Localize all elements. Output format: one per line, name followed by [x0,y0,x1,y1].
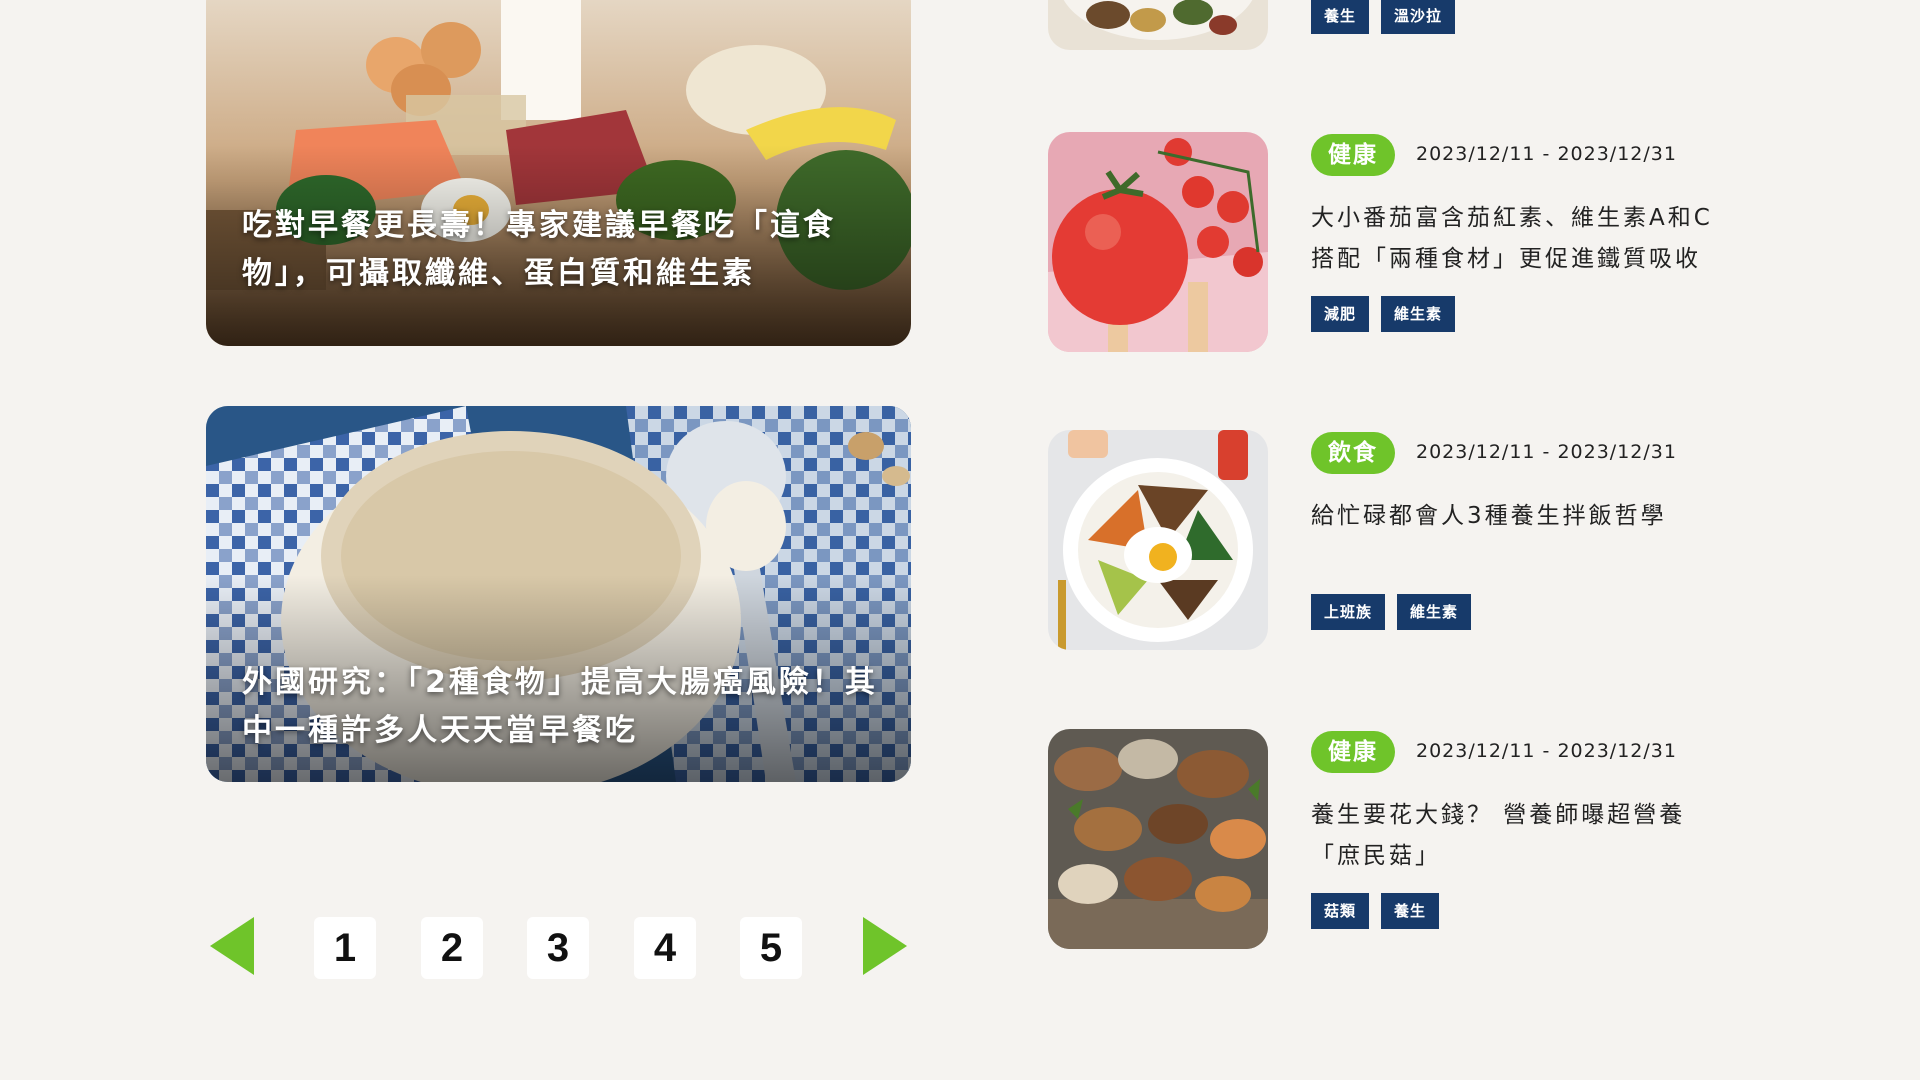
article-headline[interactable]: 給忙碌都會人3種養生拌飯哲學 [1311,496,1731,537]
tag-badge[interactable]: 養生 [1381,893,1440,929]
article-thumbnail [1048,0,1268,50]
featured-article-card[interactable]: 外國研究：「2種食物」提高大腸癌風險！其中一種許多人天天當早餐吃 [206,406,911,782]
article-tags: 減肥 維生素 [1311,296,1456,332]
prev-arrow-icon[interactable] [210,917,254,975]
article-tags: 養生 溫沙拉 [1311,0,1456,34]
tag-badge[interactable]: 養生 [1311,0,1370,34]
article-date: 2023/12/11 - 2023/12/31 [1416,441,1677,463]
category-badge[interactable]: 健康 [1311,731,1395,773]
page-button-2[interactable]: 2 [421,917,483,979]
page-button-3[interactable]: 3 [527,917,589,979]
tag-badge[interactable]: 減肥 [1311,296,1370,332]
article-date: 2023/12/11 - 2023/12/31 [1416,143,1677,165]
featured-article-title[interactable]: 外國研究：「2種食物」提高大腸癌風險！其中一種許多人天天當早餐吃 [242,659,881,755]
article-date: 2023/12/11 - 2023/12/31 [1416,740,1677,762]
next-arrow-icon[interactable] [863,917,907,975]
article-card[interactable]: 健康 2023/12/11 - 2023/12/31 大小番茄富含茄紅素、維生素… [1048,132,1748,352]
article-thumbnail [1048,132,1268,352]
tag-badge[interactable]: 溫沙拉 [1381,0,1456,34]
article-headline[interactable]: 大小番茄富含茄紅素、維生素A和C搭配「兩種食材」更促進鐵質吸收 [1311,198,1731,280]
featured-article-card[interactable]: 吃對早餐更長壽！專家建議早餐吃「這食物」，可攝取纖維、蛋白質和維生素 [206,0,911,346]
tag-badge[interactable]: 菇類 [1311,893,1370,929]
featured-article-title[interactable]: 吃對早餐更長壽！專家建議早餐吃「這食物」，可攝取纖維、蛋白質和維生素 [242,202,881,298]
page-button-5[interactable]: 5 [740,917,802,979]
article-card-partial[interactable] [1048,0,1268,50]
page-button-1[interactable]: 1 [314,917,376,979]
article-tags: 菇類 養生 [1311,893,1440,929]
category-badge[interactable]: 飲食 [1311,432,1395,474]
tag-badge[interactable]: 上班族 [1311,594,1386,630]
page-button-4[interactable]: 4 [634,917,696,979]
tag-badge[interactable]: 維生素 [1381,296,1456,332]
article-thumbnail [1048,430,1268,650]
category-badge[interactable]: 健康 [1311,134,1395,176]
article-card[interactable]: 健康 2023/12/11 - 2023/12/31 養生要花大錢？ 營養師曝超… [1048,729,1748,949]
pagination: 1 2 3 4 5 [206,917,911,979]
tag-badge[interactable]: 維生素 [1397,594,1472,630]
article-card[interactable]: 飲食 2023/12/11 - 2023/12/31 給忙碌都會人3種養生拌飯哲… [1048,430,1748,650]
article-thumbnail [1048,729,1268,949]
article-headline[interactable]: 養生要花大錢？ 營養師曝超營養「庶民菇」 [1311,795,1731,877]
article-tags: 上班族 維生素 [1311,594,1472,630]
